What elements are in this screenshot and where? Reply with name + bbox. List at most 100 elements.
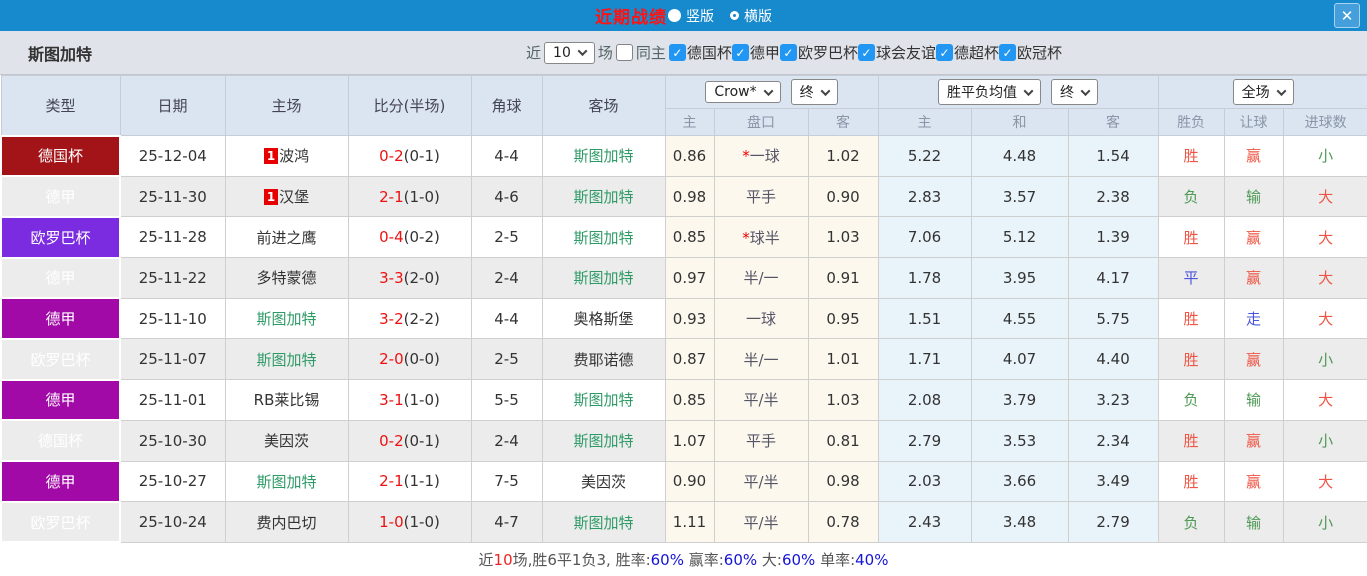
ah-home-odds: 0.93 xyxy=(664,297,715,340)
league-filter-item[interactable]: ✓ 球会友谊 xyxy=(857,42,936,63)
same-home-label[interactable]: 同主 xyxy=(636,42,666,63)
full-match-select[interactable]: 全场 xyxy=(1232,79,1294,105)
avg-home: 5.22 xyxy=(877,135,972,177)
league-label: 德国杯 xyxy=(686,44,732,62)
score-fulltime: 2-1 xyxy=(379,187,404,206)
handicap-star: * xyxy=(742,147,750,166)
avg-final-select[interactable]: 终 xyxy=(1051,79,1099,105)
avg-type-select[interactable]: 胜平负均值 xyxy=(938,79,1042,105)
league-checkbox[interactable]: ✓ xyxy=(935,44,953,61)
home-team-cell: 斯图加特 xyxy=(224,338,349,381)
handicap-line-cell: 平/半 xyxy=(713,460,809,503)
league-label: 球会友谊 xyxy=(875,44,936,62)
away-team-cell: 斯图加特 xyxy=(541,135,666,177)
ah-home-odds: 1.11 xyxy=(664,501,715,543)
league-label: 德超杯 xyxy=(953,44,999,62)
ah-away-odds: 1.03 xyxy=(807,379,879,421)
league-filter-item[interactable]: ✓ 欧罗巴杯 xyxy=(779,42,858,63)
league-filter-item[interactable]: ✓ 德国杯 xyxy=(668,42,732,63)
date-cell: 25-11-07 xyxy=(119,338,226,381)
radio-vertical-label[interactable]: 竖版 xyxy=(686,6,714,26)
avg-draw: 3.48 xyxy=(970,501,1069,543)
result-wdl: 胜 xyxy=(1157,297,1225,340)
score-fulltime: 0-2 xyxy=(379,146,404,165)
result-goals: 小 xyxy=(1282,135,1367,177)
handicap-line-cell: *一球 xyxy=(713,135,809,177)
home-team-name: 斯图加特 xyxy=(256,472,317,491)
subheader-avg-away: 客 xyxy=(1067,108,1159,136)
result-goals: 小 xyxy=(1282,419,1367,462)
handicap-line: 一球 xyxy=(749,147,780,166)
handicap-line: 平/半 xyxy=(743,513,779,532)
corner-cell: 7-5 xyxy=(470,460,543,503)
avg-home: 2.83 xyxy=(877,175,972,218)
handicap-line-cell: 平/半 xyxy=(713,501,809,543)
odds-final-value: 终 xyxy=(799,85,814,101)
league-checkbox[interactable]: ✓ xyxy=(668,44,686,61)
result-goals: 大 xyxy=(1282,175,1367,218)
avg-home: 7.06 xyxy=(877,216,972,259)
away-team-cell: 费耶诺德 xyxy=(541,338,666,381)
header-away: 客场 xyxy=(541,75,666,136)
league-type-cell: 德甲 xyxy=(0,175,121,218)
result-handicap: 赢 xyxy=(1223,419,1284,462)
result-handicap: 赢 xyxy=(1223,460,1284,503)
odds-final-select[interactable]: 终 xyxy=(790,79,838,105)
corner-cell: 2-4 xyxy=(470,419,543,462)
result-goals: 小 xyxy=(1282,338,1367,381)
table-row: 德甲 25-11-22 多特蒙德 3-3(2-0) 2-4 斯图加特 0.97 … xyxy=(0,256,1367,300)
radio-horizontal-label[interactable]: 横版 xyxy=(744,6,772,26)
handicap-line: 平/半 xyxy=(743,472,779,491)
same-home-checkbox[interactable] xyxy=(615,44,633,61)
summary-segment: 场,胜6平1负3, xyxy=(512,551,616,570)
score-cell: 2-1(1-0) xyxy=(347,175,472,218)
home-team-name: 波鸿 xyxy=(279,147,310,166)
league-type-cell: 欧罗巴杯 xyxy=(0,337,121,381)
score-halftime: (1-0) xyxy=(403,187,440,206)
avg-away: 1.54 xyxy=(1067,135,1159,177)
league-checkbox[interactable]: ✓ xyxy=(779,44,797,61)
radio-vertical-icon[interactable] xyxy=(668,9,681,22)
recent-count-select[interactable]: 10 xyxy=(544,41,595,64)
radio-horizontal-icon[interactable] xyxy=(730,11,739,20)
avg-draw: 3.79 xyxy=(970,379,1069,421)
handicap-line: 平手 xyxy=(745,188,776,207)
league-filter-item[interactable]: ✓ 德甲 xyxy=(731,42,780,63)
result-wdl: 胜 xyxy=(1157,135,1225,177)
score-fulltime: 2-1 xyxy=(379,472,404,491)
subheader-ah-away: 客 xyxy=(807,108,879,136)
chevron-down-icon xyxy=(1080,85,1091,96)
ah-away-odds: 0.95 xyxy=(807,297,879,340)
league-checkbox[interactable]: ✓ xyxy=(731,44,749,61)
handicap-line: 球半 xyxy=(749,228,780,247)
table-row: 德甲 25-11-30 1 汉堡 2-1(1-0) 4-6 斯图加特 0.98 平… xyxy=(0,175,1367,218)
league-filter-item[interactable]: ✓ 德超杯 xyxy=(935,42,999,63)
score-halftime: (0-1) xyxy=(403,146,440,165)
titlebar: 近期战绩 竖版 横版 ✕ xyxy=(0,0,1367,31)
close-icon[interactable]: ✕ xyxy=(1334,3,1360,28)
subheader-ah-line: 盘口 xyxy=(713,108,809,136)
table-row: 德甲 25-11-10 斯图加特 3-2(2-2) 4-4 奥格斯堡 0.93 … xyxy=(0,297,1367,340)
home-team-name: 费内巴切 xyxy=(256,513,317,532)
avg-away: 3.23 xyxy=(1067,379,1159,421)
result-wdl: 胜 xyxy=(1157,419,1225,462)
odds-company-select[interactable]: Crow* xyxy=(705,81,781,103)
handicap-line: 平/半 xyxy=(743,391,779,410)
result-wdl: 胜 xyxy=(1157,338,1225,381)
filter-bar: 斯图加特 近 10 场 同主 ✓ 德国杯 ✓ 德甲 ✓ 欧罗巴杯 ✓ 球会友谊 … xyxy=(0,31,1367,75)
recent-results-panel: 近期战绩 竖版 横版 ✕ 斯图加特 近 10 场 同主 ✓ 德国杯 ✓ 德甲 ✓… xyxy=(0,0,1367,576)
table-row: 欧罗巴杯 25-10-24 费内巴切 1-0(1-0) 4-7 斯图加特 1.1… xyxy=(0,500,1367,544)
table-row: 欧罗巴杯 25-11-07 斯图加特 2-0(0-0) 2-5 费耶诺德 0.8… xyxy=(0,337,1367,381)
league-checkbox[interactable]: ✓ xyxy=(857,44,875,61)
ah-home-odds: 1.07 xyxy=(664,419,715,462)
ah-home-odds: 0.90 xyxy=(664,460,715,503)
home-team-cell: 1 波鸿 xyxy=(224,135,349,177)
home-team-cell: RB莱比锡 xyxy=(224,379,349,421)
summary-segment: 40% xyxy=(855,550,889,569)
table-row: 德甲 25-10-27 斯图加特 2-1(1-1) 7-5 美因茨 0.90 平… xyxy=(0,460,1367,503)
league-filter-item[interactable]: ✓ 欧冠杯 xyxy=(998,42,1062,63)
handicap-line-cell: *球半 xyxy=(713,216,809,259)
ah-home-odds: 0.97 xyxy=(664,257,715,299)
league-checkbox[interactable]: ✓ xyxy=(998,44,1016,61)
matches-label: 场 xyxy=(597,44,613,62)
